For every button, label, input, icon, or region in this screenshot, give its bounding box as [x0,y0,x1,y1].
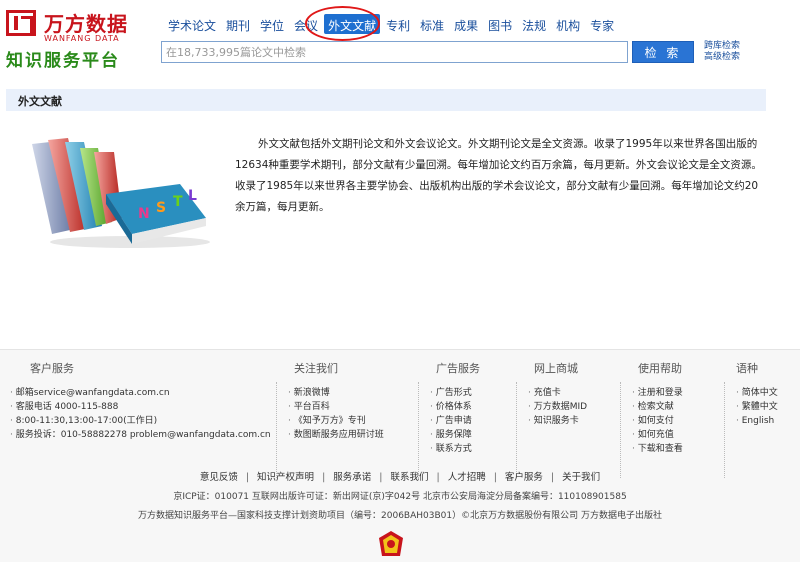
nav-item[interactable]: 法规 [518,14,550,34]
footer-column-title: 关注我们 [294,362,338,375]
footer-bottom-link[interactable]: 服务承诺 [333,472,371,483]
link-separator: | [245,472,250,483]
footer-link[interactable]: 客服电话 4000-115-888 [10,400,260,414]
search-input[interactable] [161,41,628,63]
section-description: 外文文献包括外文期刊论文和外文会议论文。外文期刊论文是全文资源。收录了1995年… [235,138,762,213]
footer: 客户服务邮箱service@wanfangdata.com.cn客服电话 400… [0,349,800,562]
nav-item[interactable]: 专家 [586,14,618,34]
search-side-links: 跨库检索 高级检索 [704,41,740,63]
footer-column: 使用帮助注册和登录检索文献如何支付如何充值下载和查看 [632,360,722,456]
footer-column: 网上商城充值卡万方数据MID知识服务卡 [528,360,618,428]
footer-link[interactable]: 数图断服务应用研讨班 [288,428,408,442]
nav-item[interactable]: 标准 [416,14,448,34]
books-illustration-icon: N S T L [32,138,210,248]
logo-title: 万方数据 [44,12,128,36]
footer-link[interactable]: 《知予万方》专刊 [288,414,408,428]
footer-column-title: 广告服务 [436,362,480,375]
footer-bottom-link[interactable]: 客户服务 [505,472,543,483]
link-separator: | [322,472,326,483]
footer-link[interactable]: 联系方式 [430,442,510,456]
search-button[interactable]: 检 索 [632,41,694,63]
footer-link[interactable]: 8:00-11:30,13:00-17:00(工作日) [10,414,260,428]
footer-link[interactable]: 繁體中文 [736,400,796,414]
footer-divider [418,382,419,478]
footer-link[interactable]: 价格体系 [430,400,510,414]
footer-link[interactable]: 简体中文 [736,386,796,400]
footer-links: 意见反馈 | 知识产权声明 | 服务承诺 | 联系我们 | 人才招聘 | 客户服务 | 关于我们 [0,469,800,483]
footer-link[interactable]: English [736,414,796,428]
nav-item[interactable]: 学术论文 [164,14,220,34]
footer-column-title: 语种 [736,362,758,375]
footer-bottom-link[interactable]: 意见反馈 [200,472,238,483]
project-line: 万方数据知识服务平台—国家科技支撑计划资助项目（编号：2006BAH03B01）… [138,511,662,521]
footer-column-title: 客户服务 [30,362,74,375]
wanfang-logo[interactable]: 万方数据 WANFANG DATA 知识服务平台 [6,8,146,72]
footer-column-title: 使用帮助 [638,362,682,375]
footer-link[interactable]: 广告形式 [430,386,510,400]
nav-item[interactable]: 学位 [256,14,288,34]
footer-bottom-link[interactable]: 知识产权声明 [257,472,314,483]
footer-divider [620,382,621,478]
footer-column: 关注我们新浪微博平台百科《知予万方》专刊数图断服务应用研讨班 [288,360,408,442]
nav-item[interactable]: 会议 [290,14,322,34]
footer-link[interactable]: 如何支付 [632,414,722,428]
advanced-search-link[interactable]: 高级检索 [704,52,740,63]
footer-divider [724,382,725,478]
nav-item[interactable]: 外文文献 [324,14,381,34]
footer-column: 语种简体中文繁體中文English [736,360,796,428]
footer-link[interactable]: 检索文献 [632,400,722,414]
footer-link[interactable]: 下载和查看 [632,442,722,456]
footer-bottom-link[interactable]: 人才招聘 [448,472,486,483]
link-separator: | [436,472,440,483]
footer-link[interactable]: 平台百科 [288,400,408,414]
svg-text:S: S [156,200,166,216]
footer-bottom-link[interactable]: 关于我们 [562,472,600,483]
footer-link[interactable]: 服务投诉：010-58882278 problem@wanfangdata.co… [10,428,271,442]
wanfang-logo-mark-icon [6,10,36,36]
cross-db-search-link[interactable]: 跨库检索 [704,41,740,52]
nav-item[interactable]: 成果 [450,14,482,34]
svg-text:T: T [173,194,183,210]
header: 万方数据 WANFANG DATA 知识服务平台 学术论文 期刊 学位 会议 外文文献专… [0,0,800,80]
footer-link[interactable]: 充值卡 [528,386,618,400]
footer-link[interactable]: 邮箱service@wanfangdata.com.cn [10,386,260,400]
svg-text:N: N [138,206,150,222]
footer-link[interactable]: 新浪微博 [288,386,408,400]
footer-divider [276,382,277,478]
logo-subtitle: WANFANG DATA [44,34,120,43]
footer-link[interactable]: 注册和登录 [632,386,722,400]
footer-bottom-link[interactable]: 联系我们 [390,472,428,483]
footer-link[interactable]: 知识服务卡 [528,414,618,428]
nav-item[interactable]: 专利 [382,14,414,34]
logo-slogan: 知识服务平台 [6,51,120,71]
footer-column-title: 网上商城 [534,362,578,375]
link-separator: | [493,472,497,483]
svg-text:L: L [188,188,197,204]
nav-item[interactable]: 期刊 [222,14,254,34]
police-emblem-icon[interactable] [378,530,404,558]
footer-link[interactable]: 万方数据MID [528,400,618,414]
footer-link[interactable]: 如何充值 [632,428,722,442]
section-title-bar: 外文文献 [6,89,766,111]
icp-line: 京ICP证：010071 互联网出版许可证：新出网证(京)字042号 北京市公安… [173,492,627,502]
link-separator: | [550,472,555,483]
footer-link[interactable]: 服务保障 [430,428,510,442]
footer-column: 广告服务广告形式价格体系广告申请服务保障联系方式 [430,360,510,456]
footer-link[interactable]: 广告申请 [430,414,510,428]
nav-item[interactable]: 机构 [552,14,584,34]
link-separator: | [379,472,383,483]
main-nav: 学术论文 期刊 学位 会议 外文文献 专利 标准 成果 图书 法规 机构 专家 [164,14,620,34]
footer-divider [516,382,517,478]
footer-column: 客户服务邮箱service@wanfangdata.com.cn客服电话 400… [10,360,271,442]
nav-item[interactable]: 图书 [484,14,516,34]
